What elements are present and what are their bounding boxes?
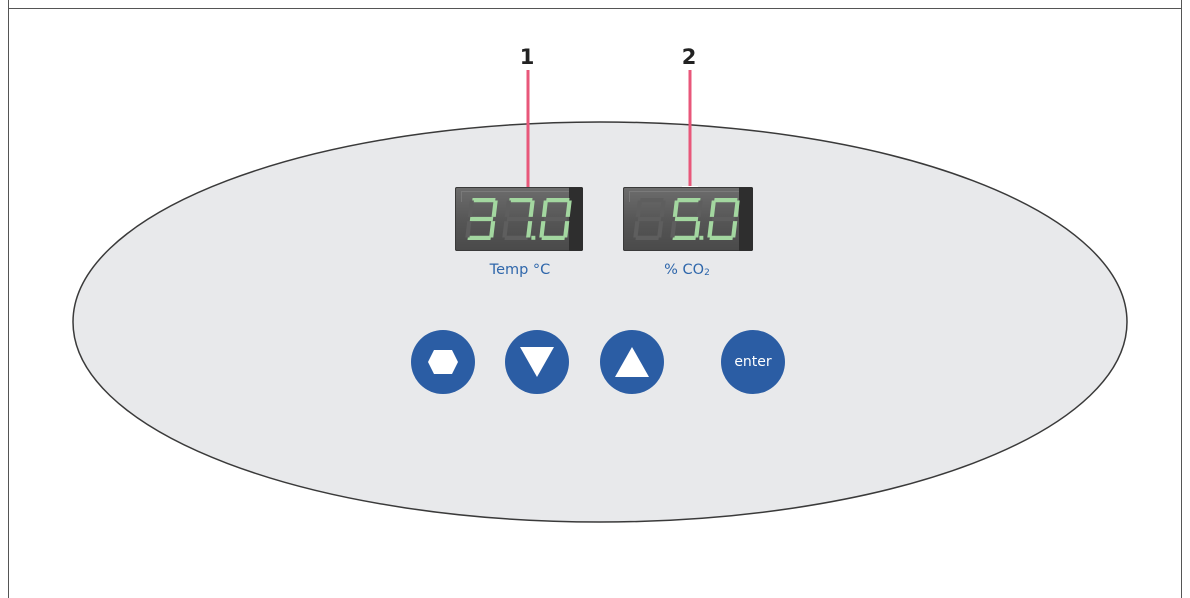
co2-label: % CO2 [617, 262, 757, 278]
triangle-down-icon [520, 347, 554, 377]
segment-e-lit [707, 221, 714, 238]
up-button[interactable] [600, 330, 664, 394]
segment-g-lit [469, 216, 494, 222]
segment-e-lit [539, 221, 546, 238]
segment-f-unlit [635, 200, 642, 217]
segment-g-unlit [506, 216, 531, 222]
segment-c-lit [694, 221, 701, 238]
enter-button[interactable]: enter [721, 330, 785, 394]
segment-c-lit [489, 221, 496, 238]
segment-g-lit [674, 216, 699, 222]
segment-c-lit [526, 221, 533, 238]
segment-d-lit [541, 235, 565, 240]
segment-e-unlit [633, 221, 640, 238]
segment-c-lit [731, 221, 738, 238]
segment-f-lit [672, 200, 679, 217]
segment-a-unlit [640, 198, 664, 203]
segment-b-unlit [696, 200, 703, 217]
callout-number-2: 2 [681, 45, 697, 69]
temperature-readout [465, 198, 572, 240]
callout-number-1: 1 [519, 45, 535, 69]
segment-b-lit [733, 200, 740, 217]
segment-g-unlit [637, 216, 662, 222]
segment-g-unlit [711, 216, 736, 222]
segment-d-lit [467, 235, 491, 240]
segment-f-unlit [504, 200, 511, 217]
temperature-display [455, 187, 583, 251]
menu-button[interactable] [411, 330, 475, 394]
decimal-point [531, 235, 536, 240]
co2-display [623, 187, 753, 251]
segment-c-unlit [657, 221, 664, 238]
segment-b-unlit [659, 200, 666, 217]
temperature-label: Temp °C [489, 262, 551, 278]
down-button[interactable] [505, 330, 569, 394]
control-panel-diagram: 1 2 Temp °C % CO2 enter [0, 0, 1190, 598]
segment-a-lit [546, 198, 570, 203]
segment-f-unlit [467, 200, 474, 217]
segment-a-lit [509, 198, 533, 203]
readout-digit [670, 198, 704, 240]
segment-b-lit [565, 200, 572, 217]
segment-e-unlit [465, 221, 472, 238]
co2-label-subscript: 2 [704, 268, 710, 278]
segment-c-lit [563, 221, 570, 238]
segment-d-unlit [635, 235, 659, 240]
segment-e-unlit [670, 221, 677, 238]
readout-digit [502, 198, 536, 240]
segment-d-unlit [504, 235, 528, 240]
segment-d-lit [709, 235, 733, 240]
segment-a-lit [677, 198, 701, 203]
readout-digit [707, 198, 740, 240]
co2-readout [633, 198, 740, 240]
segment-f-lit [541, 200, 548, 217]
readout-digit [633, 198, 666, 240]
readout-digit [539, 198, 572, 240]
triangle-up-icon [615, 347, 649, 377]
segment-g-unlit [543, 216, 568, 222]
segment-e-unlit [502, 221, 509, 238]
segment-b-lit [491, 200, 498, 217]
co2-label-text: % CO [664, 262, 705, 278]
panel-oval [72, 70, 1128, 523]
readout-digit [465, 198, 498, 240]
segment-f-lit [709, 200, 716, 217]
segment-a-lit [714, 198, 738, 203]
segment-b-lit [528, 200, 535, 217]
segment-d-lit [672, 235, 696, 240]
enter-button-label: enter [734, 354, 772, 370]
hexagon-icon [428, 350, 458, 374]
decimal-point [699, 235, 704, 240]
segment-a-lit [472, 198, 496, 203]
